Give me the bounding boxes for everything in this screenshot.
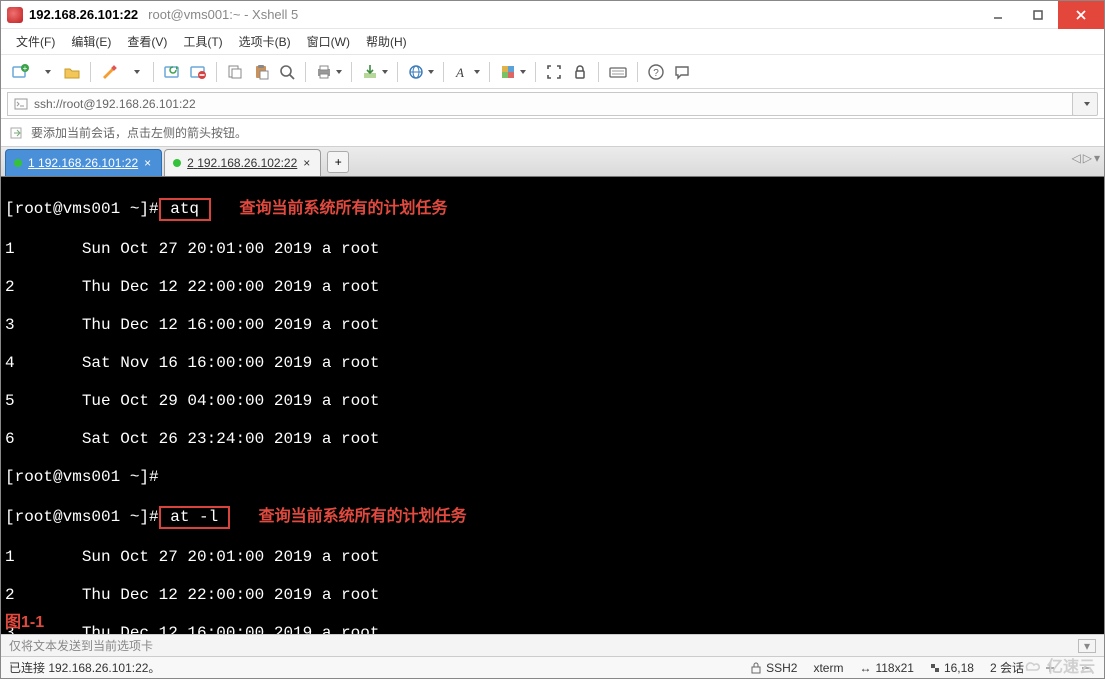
output-row: 1 Sun Oct 27 20:01:00 2019 a root	[5, 548, 1100, 567]
send-toggle-dropdown[interactable]: ▾	[1078, 639, 1096, 653]
send-to-strip: 仅将文本发送到当前选项卡 ▾	[1, 634, 1104, 656]
add-tab-button[interactable]: +	[327, 151, 349, 173]
close-tab-icon[interactable]: ×	[144, 156, 151, 170]
output-row: 2 Thu Dec 12 22:00:00 2019 a root	[5, 278, 1100, 297]
menu-window[interactable]: 窗口(W)	[300, 30, 357, 53]
caret-pos-icon	[930, 663, 940, 673]
terminal[interactable]: [root@vms001 ~]# atq 查询当前系统所有的计划任务 1 Sun…	[1, 177, 1104, 634]
tab-scroll-left-icon[interactable]: ◁	[1072, 151, 1081, 165]
menubar: 文件(F) 编辑(E) 查看(V) 工具(T) 选项卡(B) 窗口(W) 帮助(…	[1, 29, 1104, 55]
address-bar: ssh://root@192.168.26.101:22	[1, 89, 1104, 119]
titlebar-host: 192.168.26.101:22	[29, 7, 138, 22]
figure-label: 图1-1	[5, 613, 44, 632]
cmd-at-l: at -l	[159, 506, 230, 529]
chat-button[interactable]	[669, 59, 695, 85]
cmd-atq: atq	[159, 198, 211, 221]
output-row: 3 Thu Dec 12 16:00:00 2019 a root	[5, 316, 1100, 335]
annotation-1: 查询当前系统所有的计划任务	[239, 200, 447, 217]
colorscheme-dropdown[interactable]	[495, 59, 530, 85]
font-dropdown[interactable]: A	[449, 59, 484, 85]
tab-label: 192.168.26.101:22	[38, 156, 138, 170]
print-dropdown[interactable]	[311, 59, 346, 85]
sessions-add-button[interactable]	[1040, 660, 1060, 676]
prompt: [root@vms001 ~]#	[5, 508, 159, 526]
status-size: 118x21	[875, 661, 913, 675]
session-tab-2[interactable]: 2 192.168.26.102:22 ×	[164, 149, 321, 176]
output-row: 6 Sat Oct 26 23:24:00 2019 a root	[5, 430, 1100, 449]
status-pos: 16,18	[944, 661, 974, 675]
send-hint: 仅将文本发送到当前选项卡	[9, 637, 153, 654]
output-row: 3 Thu Dec 12 16:00:00 2019 a root	[5, 624, 1100, 634]
close-button[interactable]	[1058, 1, 1104, 29]
disconnect-button[interactable]	[185, 59, 211, 85]
minimize-button[interactable]	[978, 1, 1018, 29]
session-tab-1[interactable]: 1 192.168.26.101:22 ×	[5, 149, 162, 176]
tab-label: 192.168.26.102:22	[197, 156, 297, 170]
status-bar: 已连接 192.168.26.101:22。 SSH2 xterm ↔ 118x2…	[1, 656, 1104, 678]
arrow-add-icon[interactable]	[9, 125, 25, 141]
annotation-2: 查询当前系统所有的计划任务	[259, 508, 467, 525]
svg-text:?: ?	[653, 68, 659, 79]
menu-tabs[interactable]: 选项卡(B)	[232, 30, 298, 53]
output-row: 4 Sat Nov 16 16:00:00 2019 a root	[5, 354, 1100, 373]
output-row: 1 Sun Oct 27 20:01:00 2019 a root	[5, 240, 1100, 259]
menu-edit[interactable]: 编辑(E)	[64, 30, 118, 53]
new-session-button[interactable]: +	[7, 59, 33, 85]
tab-menu-dropdown[interactable]: ▾	[1094, 151, 1100, 165]
svg-text:A: A	[455, 65, 464, 80]
menu-file[interactable]: 文件(F)	[9, 30, 62, 53]
copy-button[interactable]	[222, 59, 248, 85]
properties-dropdown[interactable]	[122, 59, 148, 85]
find-button[interactable]	[274, 59, 300, 85]
maximize-button[interactable]	[1018, 1, 1058, 29]
close-tab-icon[interactable]: ×	[303, 156, 310, 170]
lock-button[interactable]	[567, 59, 593, 85]
window-controls	[978, 1, 1104, 29]
status-dot-icon	[14, 159, 22, 167]
properties-button[interactable]	[96, 59, 122, 85]
transfer-dropdown[interactable]	[357, 59, 392, 85]
toolbar: + A	[1, 55, 1104, 89]
hint-text: 要添加当前会话，点击左侧的箭头按钮。	[31, 124, 247, 141]
language-dropdown[interactable]	[403, 59, 438, 85]
tab-index: 1	[28, 156, 35, 170]
status-proto: SSH2	[766, 661, 797, 675]
sessions-remove-button[interactable]	[1076, 660, 1096, 676]
app-logo-icon	[7, 7, 23, 23]
prompt: [root@vms001 ~]#	[5, 468, 159, 486]
menu-help[interactable]: 帮助(H)	[359, 30, 414, 53]
tab-scroll-right-icon[interactable]: ▷	[1083, 151, 1092, 165]
menu-view[interactable]: 查看(V)	[120, 30, 174, 53]
paste-button[interactable]	[248, 59, 274, 85]
open-session-button[interactable]	[59, 59, 85, 85]
output-row: 5 Tue Oct 29 04:00:00 2019 a root	[5, 392, 1100, 411]
address-text: ssh://root@192.168.26.101:22	[34, 97, 196, 111]
status-connected: 已连接 192.168.26.101:22。	[9, 659, 160, 676]
new-session-dropdown[interactable]	[33, 59, 59, 85]
titlebar-subtitle: root@vms001:~ - Xshell 5	[148, 7, 298, 22]
output-row: 2 Thu Dec 12 22:00:00 2019 a root	[5, 586, 1100, 605]
titlebar: 192.168.26.101:22 root@vms001:~ - Xshell…	[1, 1, 1104, 29]
lock-icon	[750, 662, 762, 674]
ssh-prompt-icon	[14, 97, 28, 111]
keyboard-button[interactable]	[604, 59, 632, 85]
status-dot-icon	[173, 159, 181, 167]
status-sessions: 2 会话	[990, 659, 1024, 676]
fullscreen-button[interactable]	[541, 59, 567, 85]
session-tabstrip: 1 192.168.26.101:22 × 2 192.168.26.102:2…	[1, 147, 1104, 177]
resize-icon: ↔	[859, 661, 871, 675]
prompt: [root@vms001 ~]#	[5, 200, 159, 218]
svg-text:+: +	[23, 64, 28, 73]
status-term: xterm	[813, 661, 843, 675]
address-dropdown[interactable]	[1072, 92, 1098, 116]
menu-tools[interactable]: 工具(T)	[176, 30, 229, 53]
help-button[interactable]: ?	[643, 59, 669, 85]
reconnect-button[interactable]	[159, 59, 185, 85]
address-input[interactable]: ssh://root@192.168.26.101:22	[7, 92, 1073, 116]
hint-bar: 要添加当前会话，点击左侧的箭头按钮。	[1, 119, 1104, 147]
tab-index: 2	[187, 156, 194, 170]
